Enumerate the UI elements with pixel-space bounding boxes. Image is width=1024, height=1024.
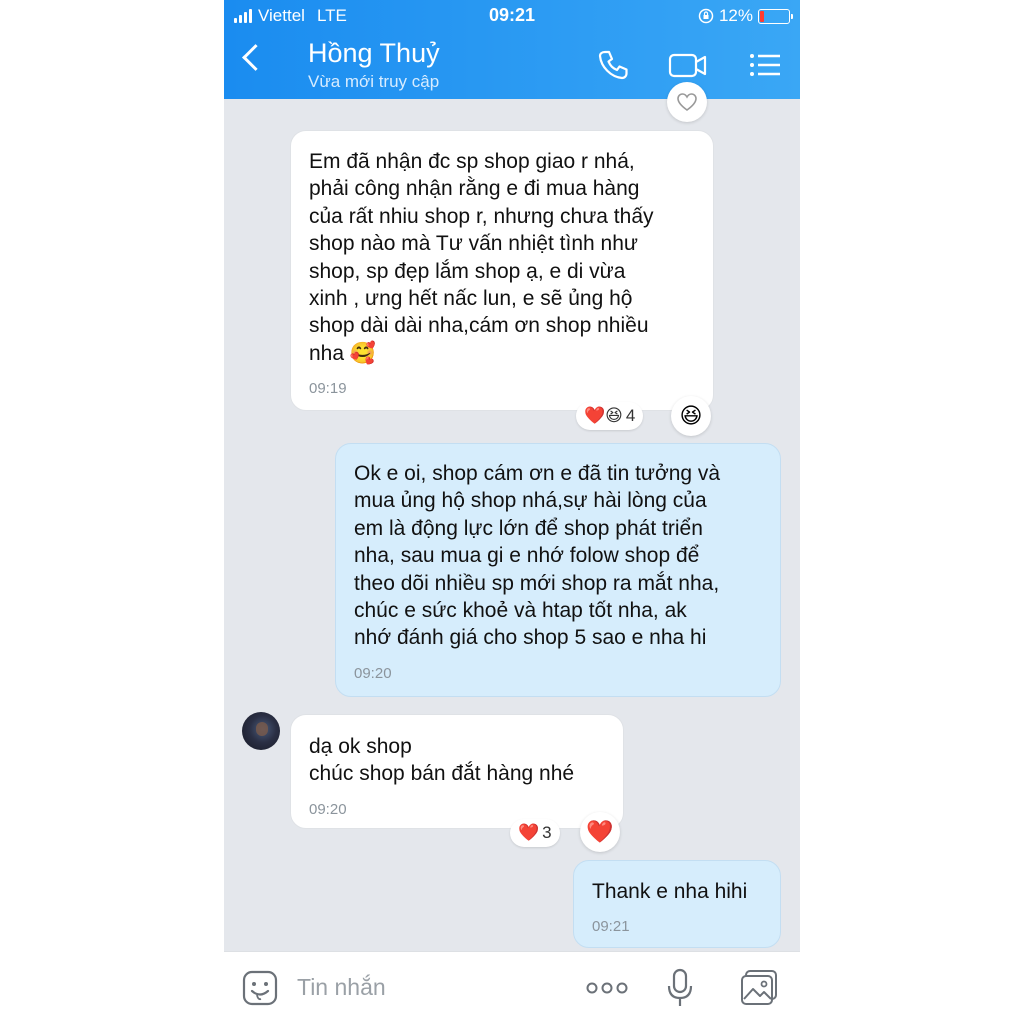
react-button[interactable]: 😆 (671, 396, 711, 436)
message-text: dạ ok shop chúc shop bán đắt hàng nhé (309, 735, 575, 786)
status-bar: Viettel LTE 09:21 12% (224, 0, 800, 30)
message-text: Ok e oi, shop cám ơn e đã tin tưởng và m… (354, 462, 721, 650)
message-input[interactable]: Tin nhắn (297, 974, 386, 1001)
heart-icon: ❤️ (586, 819, 614, 845)
message-time: 09:21 (592, 918, 630, 936)
phone-icon[interactable] (596, 48, 630, 82)
message-time: 09:20 (354, 664, 392, 682)
reaction-count: 3 (542, 823, 552, 842)
battery-percent: 12% (718, 6, 753, 25)
menu-icon[interactable] (748, 48, 782, 82)
chat-screen: Viettel LTE 09:21 12% Hồng Thuỷ Vừa mới … (224, 0, 800, 1024)
react-button[interactable]: ❤️ (580, 812, 620, 852)
microphone-icon[interactable] (666, 968, 694, 1010)
chat-header: Viettel LTE 09:21 12% Hồng Thuỷ Vừa mới … (224, 0, 800, 99)
orientation-lock-icon (698, 8, 714, 24)
message-bubble-incoming[interactable]: dạ ok shop chúc shop bán đắt hàng nhé 09… (290, 714, 624, 829)
react-button[interactable] (667, 82, 707, 122)
laughing-emoji-icon: 😆 (679, 403, 703, 429)
reaction-count: 4 (625, 406, 636, 425)
message-time: 09:20 (309, 800, 347, 818)
reaction-emojis: ❤️ (518, 823, 540, 843)
message-text: Em đã nhận đc sp shop giao r nhá, phải c… (309, 150, 654, 365)
heart-outline-icon (677, 93, 697, 111)
message-time: 09:19 (309, 380, 347, 398)
message-input-bar: Tin nhắn (224, 951, 800, 1024)
reaction-summary[interactable]: ❤️ 3 (510, 819, 560, 847)
more-icon[interactable] (586, 978, 628, 998)
message-text: Thank e nha hihi (592, 880, 748, 903)
battery-icon (758, 8, 793, 24)
message-bubble-incoming[interactable]: Em đã nhận đc sp shop giao r nhá, phải c… (290, 130, 714, 411)
message-bubble-outgoing[interactable]: Thank e nha hihi 09:21 (573, 860, 781, 948)
sticker-icon[interactable] (242, 970, 278, 1006)
video-call-icon[interactable] (668, 48, 708, 82)
reaction-emojis: ❤️😆 (584, 406, 623, 426)
reaction-summary[interactable]: ❤️😆 4 (576, 402, 644, 430)
back-icon[interactable] (242, 44, 269, 71)
message-bubble-outgoing[interactable]: Ok e oi, shop cám ơn e đã tin tưởng và m… (335, 443, 781, 697)
avatar[interactable] (242, 712, 280, 750)
image-icon[interactable] (740, 969, 780, 1007)
contact-name[interactable]: Hồng Thuỷ (308, 38, 440, 69)
contact-status: Vừa mới truy cập (308, 72, 440, 91)
